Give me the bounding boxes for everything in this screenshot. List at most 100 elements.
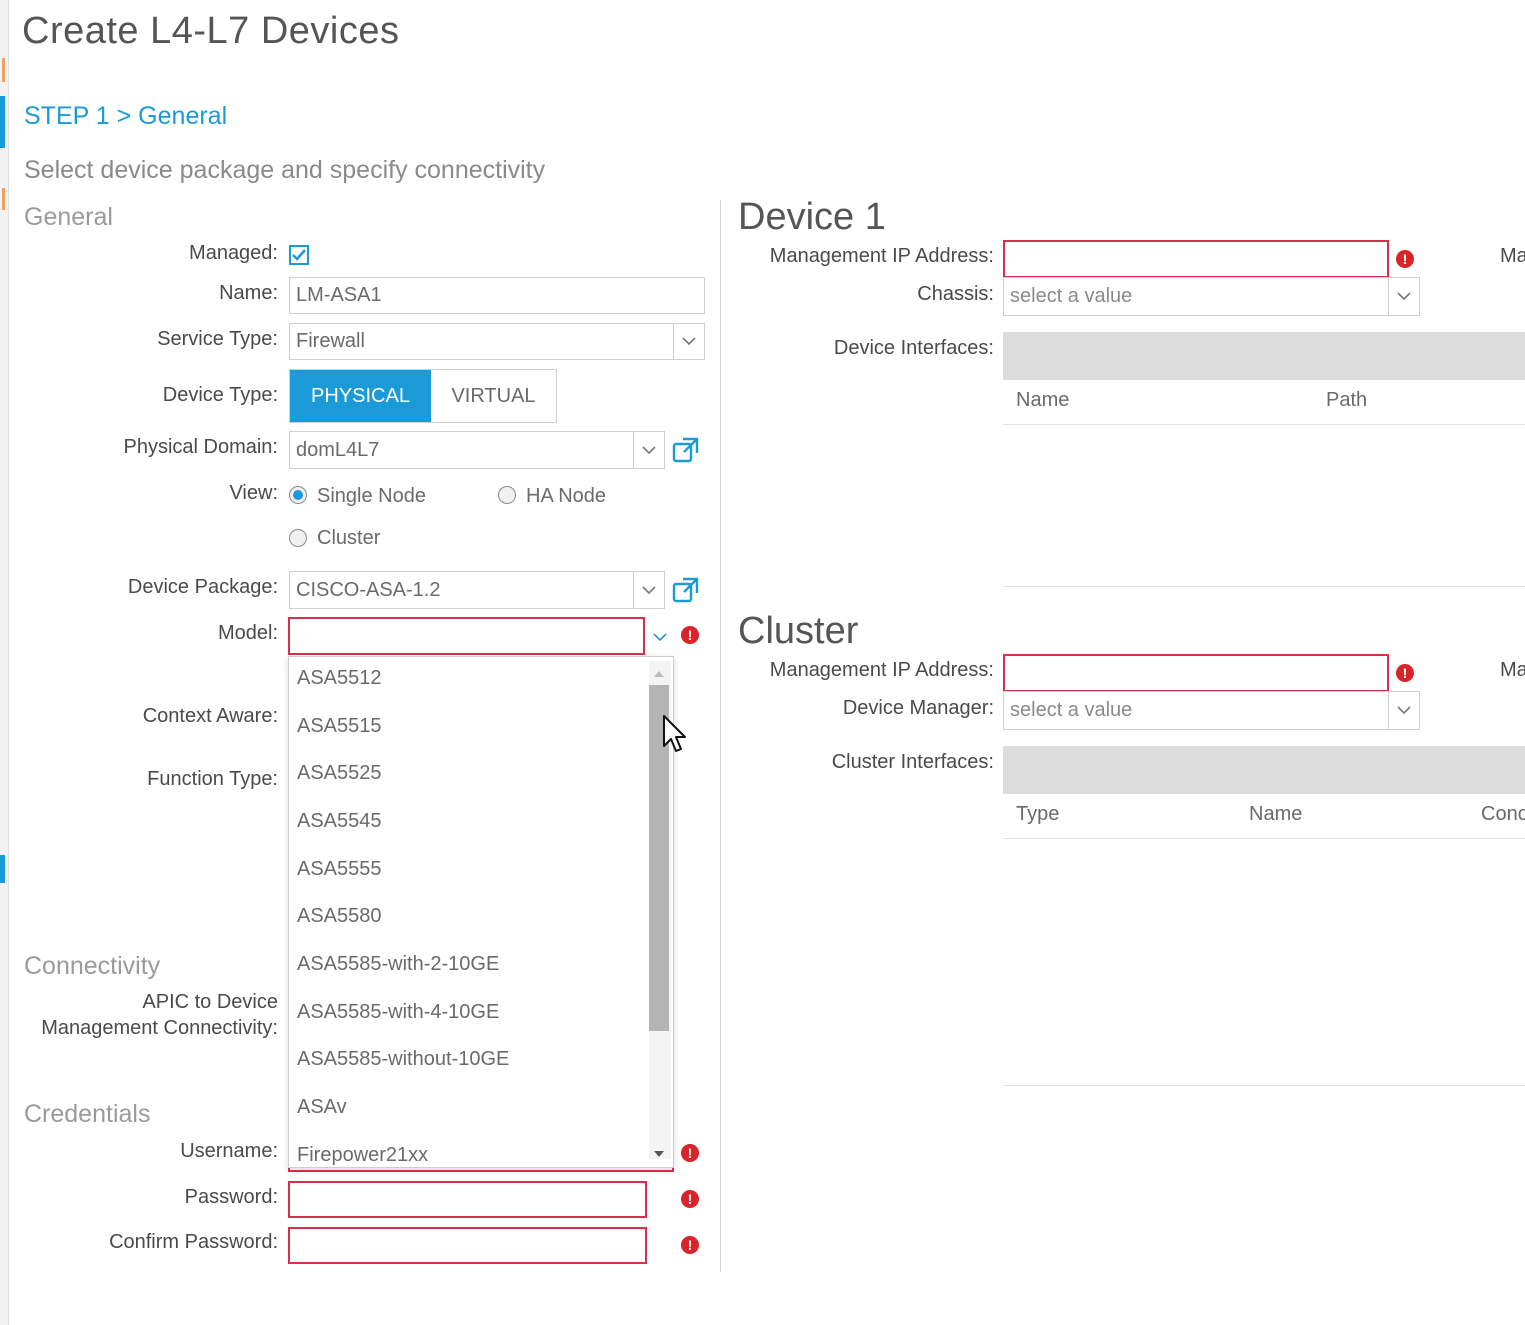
model-option[interactable]: ASA5512 <box>297 667 382 690</box>
error-icon: ! <box>1396 250 1414 268</box>
chevron-down-icon[interactable] <box>1388 278 1419 315</box>
cluster-interfaces-label: Cluster Interfaces: <box>831 751 994 773</box>
model-option[interactable]: ASA5555 <box>297 858 382 881</box>
error-icon: ! <box>681 1190 699 1208</box>
step-heading: STEP 1 > General <box>24 102 228 130</box>
cluster-interfaces-col-type[interactable]: Type <box>1016 803 1059 826</box>
apic-connectivity-label-line2: Management Connectivity: <box>41 1017 278 1039</box>
chevron-down-icon[interactable] <box>1388 692 1419 729</box>
chevron-down-icon[interactable] <box>673 324 704 359</box>
managed-checkbox[interactable] <box>289 245 309 265</box>
device-interfaces-label: Device Interfaces: <box>833 337 994 359</box>
device-interfaces-col-path[interactable]: Path <box>1326 389 1367 412</box>
model-option[interactable]: ASA5525 <box>297 762 382 785</box>
external-link-icon[interactable] <box>672 436 700 464</box>
device-interfaces-col-name[interactable]: Name <box>1016 389 1069 412</box>
view-cluster-label: Cluster <box>317 527 381 549</box>
physical-domain-select[interactable]: domL4L7 <box>289 431 665 469</box>
device-manager-select[interactable]: select a value <box>1003 691 1420 730</box>
managed-label: Managed: <box>189 242 278 264</box>
cluster-interfaces-toolbar <box>1003 746 1525 794</box>
cluster-interfaces-col-name[interactable]: Name <box>1249 803 1302 826</box>
password-label: Password: <box>184 1186 278 1208</box>
chevron-down-icon[interactable] <box>633 432 664 468</box>
device1-mgmt-ip-input[interactable] <box>1003 240 1389 278</box>
device-package-label: Device Package: <box>127 576 278 598</box>
device-package-value: CISCO-ASA-1.2 <box>296 578 441 601</box>
model-label: Model: <box>217 622 278 644</box>
mouse-cursor-icon <box>662 714 688 759</box>
view-single-node-radio[interactable] <box>289 486 307 504</box>
model-dropdown-list[interactable]: ASA5512 ASA5515 ASA5525 ASA5545 ASA5555 … <box>288 656 674 1168</box>
confirm-password-input[interactable] <box>288 1227 647 1264</box>
chevron-down-icon[interactable] <box>647 620 673 654</box>
error-icon: ! <box>1396 664 1414 682</box>
view-label: View: <box>229 482 278 504</box>
context-aware-label: Context Aware: <box>142 705 278 727</box>
device1-truncated-label: Ma <box>1500 245 1525 267</box>
device-package-select[interactable]: CISCO-ASA-1.2 <box>289 571 665 609</box>
device-type-physical-button[interactable]: PHYSICAL <box>290 370 431 422</box>
scroll-down-arrow-icon[interactable] <box>653 1145 665 1163</box>
cluster-mgmt-ip-input[interactable] <box>1003 654 1389 692</box>
device-manager-placeholder: select a value <box>1010 699 1133 721</box>
external-link-icon[interactable] <box>672 576 700 604</box>
device-type-virtual-button[interactable]: VIRTUAL <box>431 370 556 422</box>
chassis-placeholder: select a value <box>1010 285 1133 307</box>
function-type-label: Function Type: <box>147 768 278 790</box>
model-option[interactable]: ASA5545 <box>297 810 382 833</box>
table-bottom-divider <box>1003 586 1525 587</box>
edge-marker <box>2 58 5 82</box>
password-input[interactable] <box>288 1181 647 1218</box>
name-input[interactable]: LM-ASA1 <box>289 277 705 314</box>
model-input[interactable] <box>288 617 645 655</box>
section-general: General <box>24 203 113 231</box>
view-cluster-radio[interactable] <box>289 529 307 547</box>
page-subtitle: Select device package and specify connec… <box>24 156 546 184</box>
cluster-interfaces-col-conc[interactable]: Conc <box>1481 803 1525 826</box>
model-option[interactable]: ASA5515 <box>297 715 382 738</box>
model-option[interactable]: ASAv <box>297 1096 347 1119</box>
table-bottom-divider <box>1003 1085 1525 1086</box>
table-header-divider <box>1003 424 1525 425</box>
device-interfaces-toolbar <box>1003 332 1525 380</box>
chevron-down-icon[interactable] <box>633 572 664 608</box>
cluster-truncated-label: Ma <box>1500 659 1525 681</box>
service-type-select[interactable]: Firewall <box>289 323 705 360</box>
service-type-label: Service Type: <box>157 328 278 350</box>
error-icon: ! <box>681 626 699 644</box>
chassis-label: Chassis: <box>917 283 994 305</box>
device1-title: Device 1 <box>738 196 886 238</box>
chassis-select[interactable]: select a value <box>1003 277 1420 316</box>
table-header-divider <box>1003 838 1525 839</box>
section-credentials: Credentials <box>24 1100 151 1128</box>
name-label: Name: <box>219 282 278 304</box>
step-indicator-bar <box>0 96 5 148</box>
page-title: Create L4-L7 Devices <box>22 10 400 52</box>
apic-connectivity-label-line1: APIC to Device <box>142 991 278 1013</box>
edge-marker <box>0 855 5 883</box>
physical-domain-value: domL4L7 <box>296 438 380 461</box>
view-single-node-label: Single Node <box>317 485 426 507</box>
error-icon: ! <box>681 1236 699 1254</box>
section-connectivity: Connectivity <box>24 952 161 980</box>
device-type-toggle: PHYSICAL VIRTUAL <box>289 369 557 423</box>
cluster-title: Cluster <box>738 610 859 652</box>
device-type-label: Device Type: <box>162 384 278 406</box>
checkmark-icon <box>292 249 306 261</box>
model-option[interactable]: ASA5585-with-2-10GE <box>297 953 499 976</box>
error-icon: ! <box>681 1144 699 1162</box>
model-option[interactable]: ASA5580 <box>297 905 382 928</box>
model-option[interactable]: Firepower21xx <box>297 1144 428 1167</box>
view-ha-node-radio[interactable] <box>498 486 516 504</box>
device-manager-label: Device Manager: <box>842 697 994 719</box>
scroll-up-arrow-icon[interactable] <box>653 665 665 683</box>
confirm-password-label: Confirm Password: <box>109 1231 278 1253</box>
cluster-mgmt-ip-label: Management IP Address: <box>769 659 994 681</box>
edge-marker <box>2 188 5 210</box>
name-input-value: LM-ASA1 <box>296 284 382 306</box>
username-label: Username: <box>180 1140 278 1162</box>
model-option[interactable]: ASA5585-with-4-10GE <box>297 1001 499 1024</box>
view-ha-node-label: HA Node <box>526 485 607 507</box>
model-option[interactable]: ASA5585-without-10GE <box>297 1048 509 1071</box>
